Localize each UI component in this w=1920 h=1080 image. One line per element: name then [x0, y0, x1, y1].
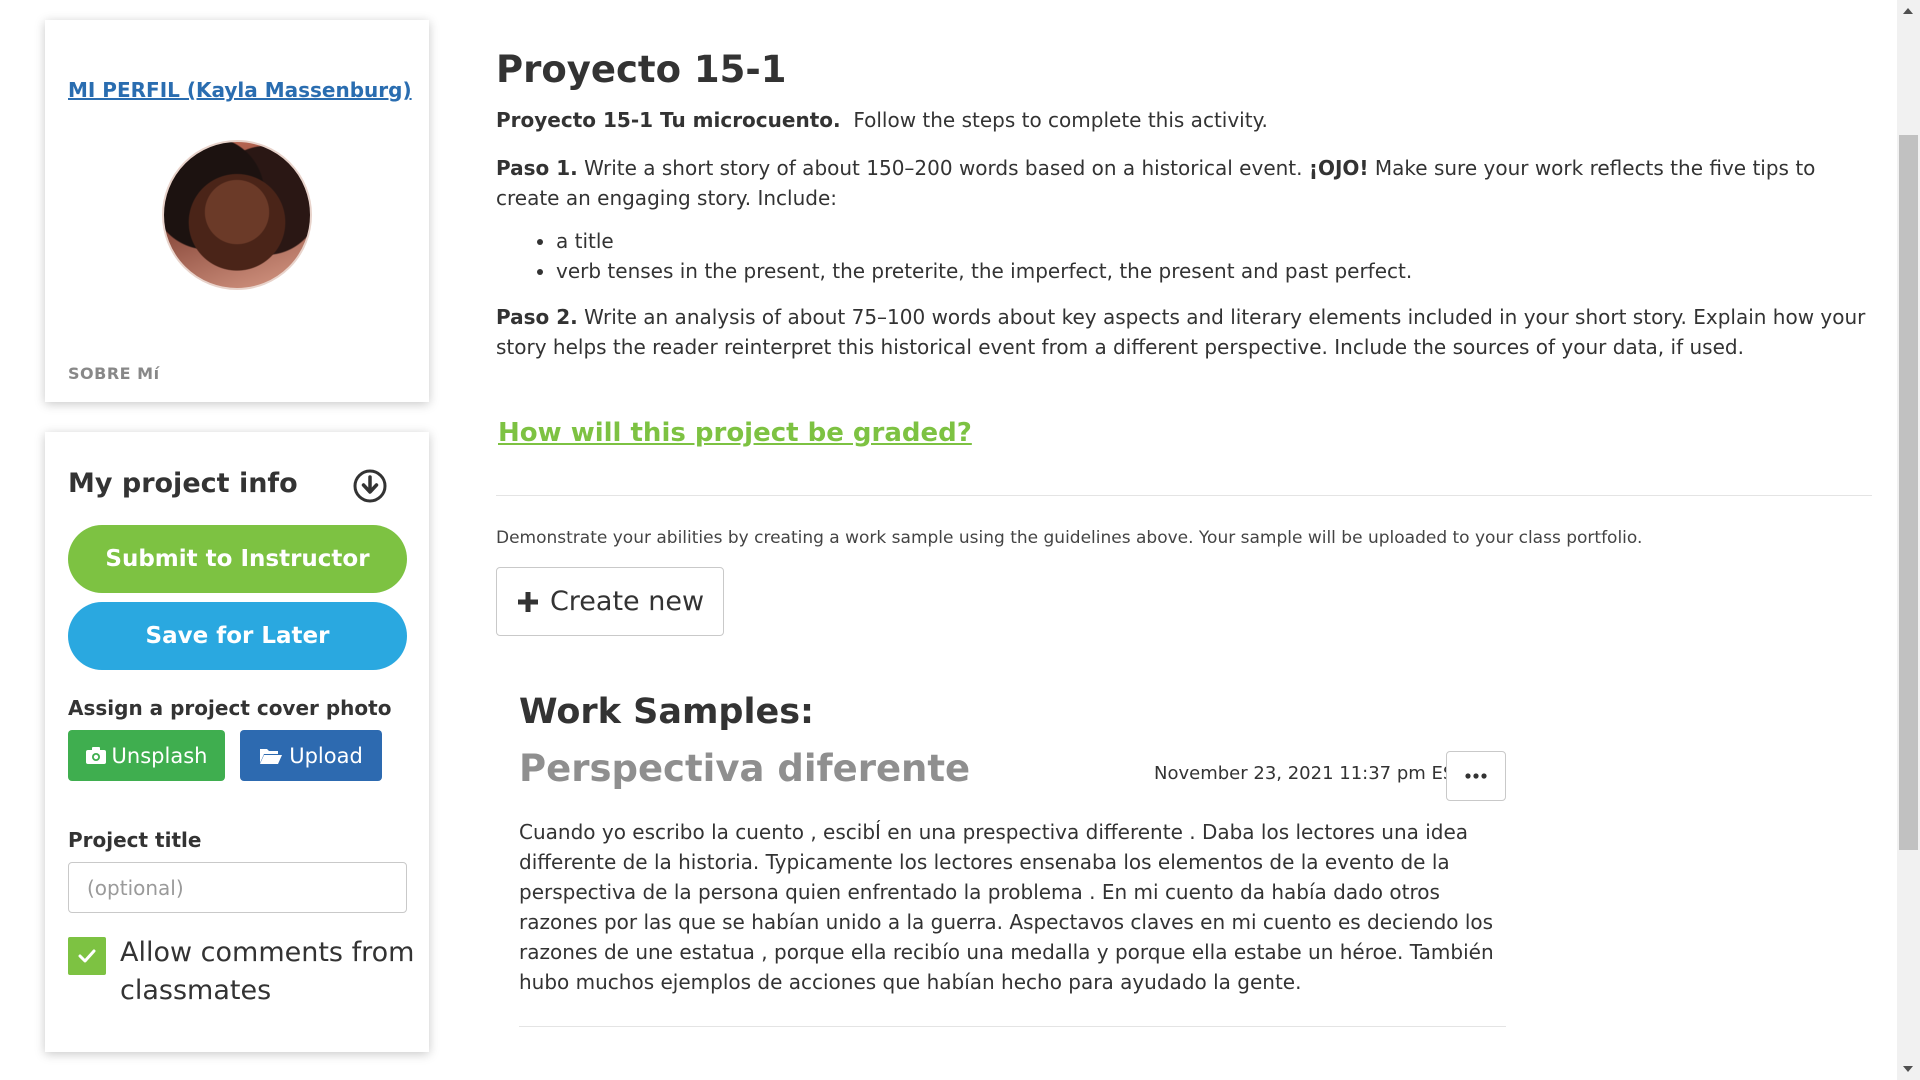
step-2-text: Write an analysis of about 75–100 words … — [496, 305, 1866, 359]
work-sample-body: Cuando yo escribo la cuento , escibÍ en … — [519, 820, 1494, 994]
list-item: verb tenses in the present, the preterit… — [556, 256, 1412, 286]
upload-label: Upload — [289, 743, 363, 768]
step-1-ojo: ¡OJO! — [1308, 156, 1369, 180]
my-profile-link[interactable]: MI PERFIL (Kayla Massenburg) — [68, 78, 412, 102]
about-me-label: SOBRE Mí — [68, 364, 160, 383]
folder-open-icon — [260, 748, 283, 764]
project-info-title: My project info — [68, 468, 298, 499]
intro-text: Proyecto 15-1 Tu microcuento. Follow the… — [496, 108, 1268, 132]
step-1-text: Write a short story of about 150–200 wor… — [584, 156, 1303, 180]
divider — [519, 1026, 1506, 1027]
vertical-scrollbar[interactable] — [1897, 0, 1920, 1080]
profile-card: MI PERFIL (Kayla Massenburg) SOBRE Mí — [45, 20, 429, 402]
scrollbar-thumb[interactable] — [1899, 135, 1918, 850]
download-icon[interactable] — [352, 468, 388, 504]
step-2-label: Paso 2. — [496, 305, 578, 329]
list-item: a title — [556, 226, 1412, 256]
unsplash-label: Unsplash — [111, 743, 208, 768]
create-new-label: Create new — [549, 586, 705, 617]
allow-comments-label: Allow comments from classmates — [120, 937, 415, 1006]
create-new-button[interactable]: Create new — [496, 567, 724, 636]
step-2: Paso 2. Write an analysis of about 75–10… — [496, 302, 1876, 362]
upload-button[interactable]: Upload — [240, 730, 382, 781]
allow-comments-checkbox[interactable] — [68, 937, 106, 975]
scroll-up-icon[interactable] — [1903, 8, 1913, 14]
grading-info-link[interactable]: How will this project be graded? — [498, 418, 972, 448]
step-1-label: Paso 1. — [496, 156, 578, 180]
camera-icon — [85, 747, 106, 764]
avatar — [162, 140, 312, 290]
work-sample-date: November 23, 2021 11:37 pm EST — [1154, 763, 1466, 784]
project-title-input[interactable] — [68, 862, 407, 913]
divider — [496, 495, 1872, 496]
check-icon — [78, 949, 96, 963]
scroll-down-icon[interactable] — [1903, 1066, 1913, 1072]
intro-bold: Proyecto 15-1 Tu microcuento. — [496, 108, 841, 132]
project-title-label: Project title — [68, 828, 202, 852]
save-for-later-button[interactable]: Save for Later — [68, 602, 407, 670]
cover-photo-label: Assign a project cover photo — [68, 696, 392, 720]
intro-instructions: Follow the steps to complete this activi… — [853, 108, 1268, 132]
plus-icon — [517, 591, 538, 612]
work-sample-title: Perspectiva diferente — [519, 747, 971, 790]
page-title: Proyecto 15-1 — [496, 48, 787, 91]
step-1: Paso 1. Write a short story of about 150… — [496, 153, 1876, 213]
more-options-button[interactable] — [1446, 751, 1506, 801]
submit-to-instructor-button[interactable]: Submit to Instructor — [68, 525, 407, 593]
ellipsis-icon — [1465, 773, 1487, 779]
project-info-card: My project info Submit to Instructor Sav… — [45, 432, 429, 1052]
unsplash-button[interactable]: Unsplash — [68, 730, 225, 781]
demo-instructions: Demonstrate your abilities by creating a… — [496, 528, 1643, 548]
step-1-bullets: a title verb tenses in the present, the … — [556, 226, 1412, 286]
work-samples-heading: Work Samples: — [519, 692, 815, 732]
